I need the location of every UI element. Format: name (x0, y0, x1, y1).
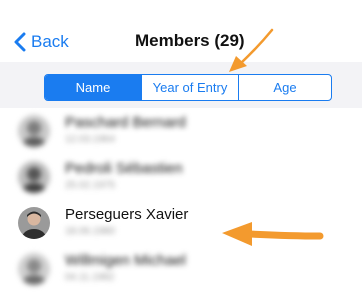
segmented-control-area: Name Year of Entry Age (0, 62, 362, 108)
back-button[interactable]: Back (14, 30, 69, 54)
member-date: 12.03.1964 (65, 134, 116, 145)
page-title: Members (29) (135, 31, 245, 50)
member-name: Perseguers Xavier (65, 206, 189, 223)
member-name: Willmigen Michael (65, 252, 186, 269)
avatar (18, 161, 50, 193)
list-item[interactable]: Pedroli Sébastien 25.02.1975 (0, 154, 362, 200)
segment-year-of-entry[interactable]: Year of Entry (141, 75, 238, 100)
member-date: 18.06.1980 (65, 226, 116, 237)
list-item[interactable]: Paschard Bernard 12.03.1964 (0, 108, 362, 154)
segment-age[interactable]: Age (238, 75, 331, 100)
member-name: Paschard Bernard (65, 114, 186, 131)
member-date: 04.11.1982 (65, 272, 115, 283)
chevron-left-icon (14, 32, 26, 52)
segment-name[interactable]: Name (45, 75, 141, 100)
avatar (18, 207, 50, 239)
list-item[interactable]: Willmigen Michael 04.11.1982 (0, 246, 362, 292)
members-list: Paschard Bernard 12.03.1964 Pedroli Séba… (0, 108, 362, 292)
back-button-label: Back (31, 32, 69, 51)
member-name: Pedroli Sébastien (65, 160, 183, 177)
avatar (18, 253, 50, 285)
member-date: 25.02.1975 (65, 180, 116, 191)
avatar (18, 115, 50, 147)
sort-segmented-control: Name Year of Entry Age (44, 74, 332, 101)
list-item[interactable]: Perseguers Xavier 18.06.1980 (0, 200, 362, 246)
navigation-bar: Back Members (29) (0, 0, 362, 62)
